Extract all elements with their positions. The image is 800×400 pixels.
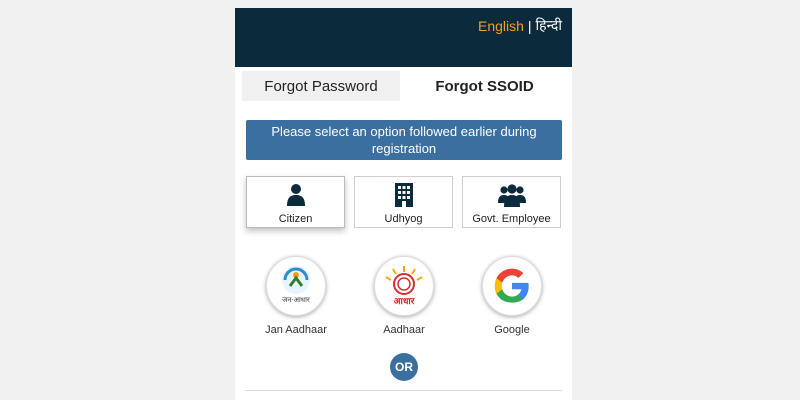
option-citizen[interactable]: Citizen bbox=[246, 176, 345, 228]
person-icon bbox=[286, 183, 306, 207]
aadhaar-logo-text: आधार bbox=[394, 296, 415, 306]
login-google[interactable]: Google bbox=[457, 256, 567, 336]
login-aadhaar[interactable]: आधार Aadhaar bbox=[349, 256, 459, 336]
language-hindi-link[interactable]: हिन्दी bbox=[536, 16, 562, 35]
aadhaar-logo: आधार bbox=[374, 256, 434, 316]
user-type-options: Citizen Udhyog Govt. Employee bbox=[246, 176, 562, 230]
language-separator: | bbox=[527, 17, 532, 34]
jan-aadhaar-logo-text: जन-आधार bbox=[282, 297, 310, 304]
login-google-label: Google bbox=[494, 324, 530, 336]
building-icon bbox=[394, 183, 414, 207]
tab-forgot-password[interactable]: Forgot Password bbox=[242, 71, 400, 101]
google-logo bbox=[482, 256, 542, 316]
divider-line bbox=[245, 390, 562, 391]
tab-bar: Forgot Password Forgot SSOID bbox=[242, 71, 565, 101]
group-icon bbox=[497, 183, 527, 207]
option-udhyog[interactable]: Udhyog bbox=[354, 176, 453, 228]
login-aadhaar-label: Aadhaar bbox=[383, 324, 425, 336]
option-udhyog-label: Udhyog bbox=[384, 213, 423, 225]
tab-forgot-ssoid[interactable]: Forgot SSOID bbox=[404, 71, 565, 101]
login-methods: जन-आधार Jan Aadhaar आधार Aadhaar Google bbox=[235, 256, 572, 346]
login-jan-aadhaar[interactable]: जन-आधार Jan Aadhaar bbox=[241, 256, 351, 336]
forgot-panel: English | हिन्दी Forgot Password Forgot … bbox=[235, 8, 572, 400]
instruction-banner: Please select an option followed earlier… bbox=[246, 120, 562, 160]
header-bar: English | हिन्दी bbox=[235, 8, 572, 67]
option-govt-employee[interactable]: Govt. Employee bbox=[462, 176, 561, 228]
jan-aadhaar-logo: जन-आधार bbox=[266, 256, 326, 316]
login-jan-aadhaar-label: Jan Aadhaar bbox=[265, 324, 327, 336]
language-english-link[interactable]: English bbox=[478, 18, 524, 34]
language-switcher: English | हिन्दी bbox=[478, 16, 562, 35]
option-govt-employee-label: Govt. Employee bbox=[472, 213, 551, 225]
option-citizen-label: Citizen bbox=[278, 213, 313, 225]
or-separator: OR bbox=[390, 353, 418, 381]
